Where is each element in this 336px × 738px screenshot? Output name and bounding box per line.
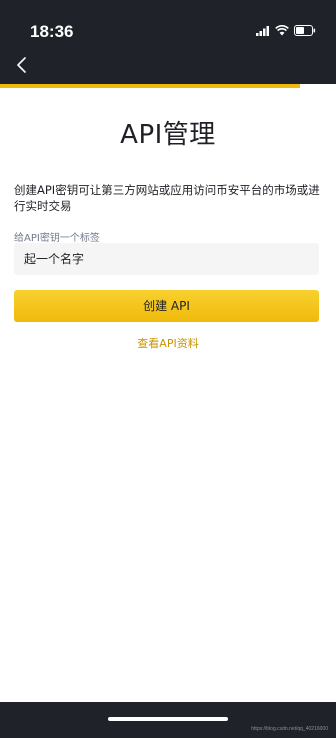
api-label-input[interactable] (14, 243, 319, 275)
create-api-button[interactable]: 创建 API (14, 290, 319, 322)
page-description: 创建API密钥可让第三方网站或应用访问币安平台的市场或进行实时交易 (14, 183, 320, 213)
api-label-field-label: 给API密钥一个标签 (14, 233, 100, 244)
back-arrow-icon[interactable] (14, 56, 32, 74)
top-bar: 18:36 (0, 0, 336, 84)
watermark-text: https://blog.csdn.net/qq_40216000 (251, 726, 328, 732)
status-time: 18:36 (30, 22, 74, 41)
signal-icon (256, 25, 269, 36)
page-title: API管理 (120, 120, 216, 150)
bottom-bar: https://blog.csdn.net/qq_40216000 (0, 702, 336, 738)
status-icons (256, 25, 316, 36)
wifi-icon (275, 25, 289, 36)
home-indicator[interactable] (108, 717, 228, 721)
loading-progress-bar (0, 84, 300, 88)
battery-icon (294, 25, 316, 36)
view-api-docs-link[interactable]: 查看API资料 (0, 335, 336, 351)
